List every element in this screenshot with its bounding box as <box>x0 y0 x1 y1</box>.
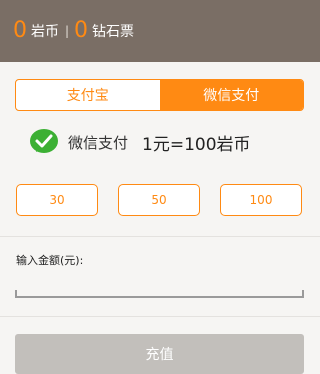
divider <box>0 236 320 237</box>
recharge-button[interactable]: 充值 <box>15 334 304 374</box>
amount-input-label: 输入金额(元): <box>16 254 84 267</box>
rock-coins-label: 岩币 <box>31 24 59 40</box>
amount-button-30[interactable]: 30 <box>16 184 98 216</box>
amount-input[interactable] <box>15 276 304 298</box>
payment-info: 微信支付 1元=100岩币 <box>29 126 251 158</box>
diamond-tickets-value: 0 <box>74 18 89 43</box>
header-separator: | <box>65 24 70 38</box>
exchange-rate: 1元=100岩币 <box>142 134 251 155</box>
rock-coins-value: 0 <box>13 18 27 43</box>
wechat-icon <box>30 129 58 153</box>
amount-button-50[interactable]: 50 <box>118 184 200 216</box>
tab-alipay[interactable]: 支付宝 <box>16 80 160 110</box>
diamond-tickets-label: 钻石票 <box>92 24 135 40</box>
amount-button-100[interactable]: 100 <box>220 184 302 216</box>
tab-wechat-pay[interactable]: 微信支付 <box>159 80 303 110</box>
payment-method-tabs: 支付宝 微信支付 <box>15 79 304 111</box>
payment-method-name: 微信支付 <box>68 133 129 152</box>
balance-header: 0 岩币 | 0 钻石票 <box>0 0 320 62</box>
divider <box>0 316 320 317</box>
